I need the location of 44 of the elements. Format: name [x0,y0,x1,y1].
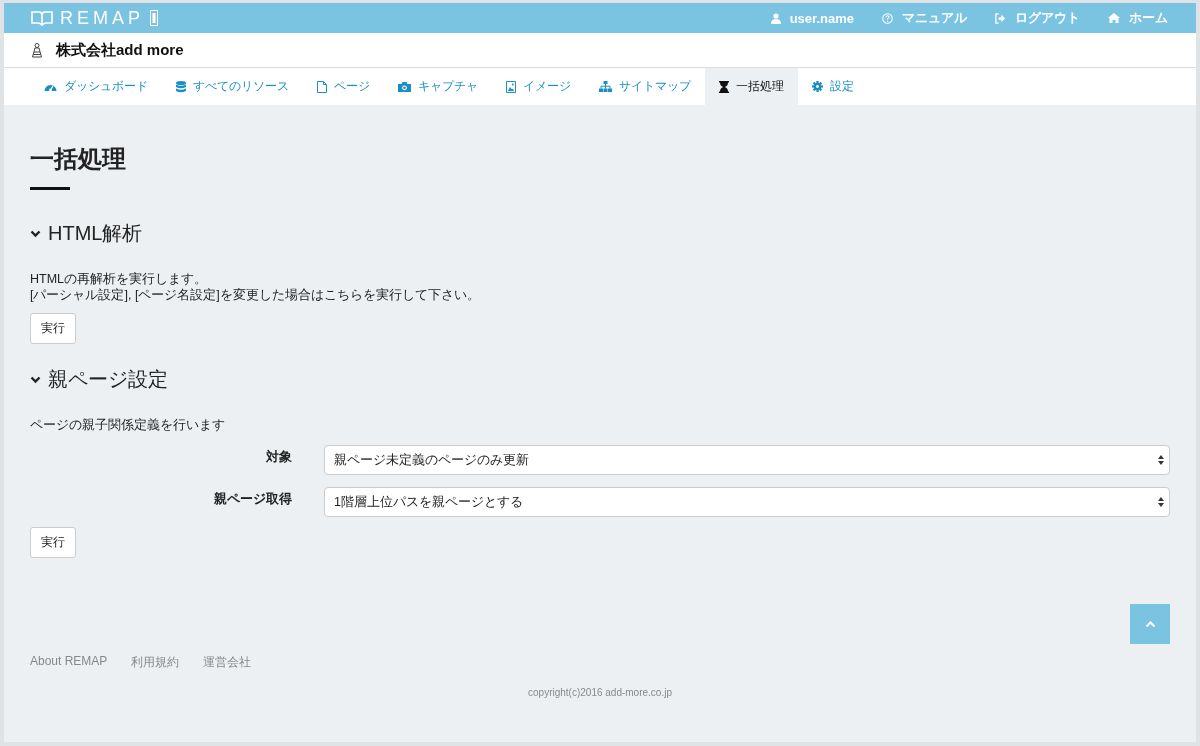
description-text: ページの親子関係定義を行います [30,417,226,433]
help-icon [882,12,893,24]
image-icon [506,80,516,93]
nav-tab[interactable]: 一括処理 [705,68,798,105]
database-icon [176,80,186,93]
camera-icon [398,81,411,92]
field-label: 親ページ取得 [213,490,293,508]
nav-tab[interactable]: ページ [303,68,384,105]
hourglass-icon [719,80,729,93]
copyright-text: copyright(c)2016 add-more.co.jp [527,687,673,698]
sitemap-icon [599,81,612,92]
field-label: 対象 [265,448,293,466]
nav-tab[interactable]: サイトマップ [585,68,705,105]
footer-link[interactable]: 運営会社 [203,654,252,671]
nav-tab[interactable]: ダッシュボード [30,68,162,105]
logo-tag-icon [150,10,158,26]
section-title: 親ページ設定 [48,367,168,392]
sign-out-icon [995,12,1006,24]
figure-icon [32,42,42,58]
select-field[interactable]: 1階層上位パスを親ページとする [324,487,1170,517]
run-button[interactable]: 実行 [30,527,76,558]
run-button[interactable]: 実行 [30,313,76,344]
nav-tab[interactable]: イメージ [492,68,585,105]
footer-link[interactable]: About REMAP [30,654,108,671]
nav-tab[interactable]: すべてのリソース [162,68,303,105]
home-icon [1108,13,1120,23]
nav-tab[interactable]: キャプチャ [384,68,492,105]
up-down-icon [1158,455,1164,465]
book-icon [30,10,54,26]
user-icon [770,12,781,24]
chevron-up-icon [1144,620,1156,628]
nav-tab[interactable]: 設定 [798,68,868,105]
up-down-icon [1158,497,1164,507]
description-text: [パーシャル設定], [ページ名設定]を変更した場合はこちらを実行して下さい。 [30,287,481,303]
select-field[interactable]: 親ページ未定義のページのみ更新 [324,445,1170,475]
footer-link[interactable]: 利用規約 [131,654,180,671]
page-icon [317,80,327,93]
chevron-icon[interactable] [30,375,41,384]
page-title: 一括処理 [30,144,127,174]
section-title: HTML解析 [48,221,143,246]
description-text: HTMLの再解析を実行します。 [30,271,209,287]
gear-icon [812,81,823,92]
chevron-icon[interactable] [30,229,41,238]
company-name: 株式会社add more [56,40,184,60]
